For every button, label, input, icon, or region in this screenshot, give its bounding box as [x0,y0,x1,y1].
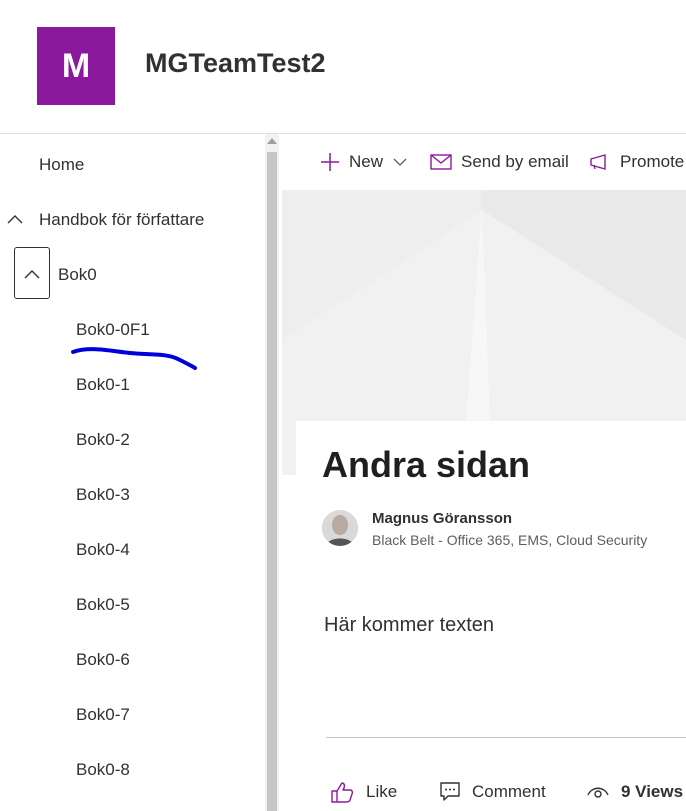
nav-item-home[interactable]: Home [39,155,84,175]
comment-label: Comment [472,782,546,801]
nav-item-page[interactable]: Bok0-3 [76,485,130,505]
views-icon [587,787,609,798]
plus-icon [321,153,339,171]
send-by-email-button[interactable]: Send by email [430,134,569,190]
nav-item-page[interactable]: Bok0-5 [76,595,130,615]
nav-item-page[interactable]: Bok0-7 [76,705,130,725]
like-label: Like [366,782,398,801]
annotation-underline [71,347,197,370]
promote-label: Promote [620,152,685,171]
nav-item-page[interactable]: Bok0-4 [76,540,130,560]
comment-button[interactable]: Comment [440,778,546,806]
new-button[interactable]: New [320,134,407,190]
scroll-thumb[interactable] [267,152,277,811]
author-role: Black Belt - Office 365, EMS, Cloud Secu… [372,532,648,548]
like-icon [331,782,354,803]
site-title[interactable]: MGTeamTest2 [145,48,326,79]
site-logo-letter: M [61,46,91,85]
comment-icon [440,782,460,801]
send-by-email-label: Send by email [461,152,569,171]
site-header: M MGTeamTest2 [0,0,686,134]
like-button[interactable]: Like [330,778,397,806]
megaphone-icon [590,154,606,170]
chevron-up-icon [24,270,40,279]
page-title: Andra sidan [322,444,531,485]
nav-item-bok0[interactable]: Bok0 [58,265,97,285]
chevron-down-icon [393,158,407,166]
page-body-text: Här kommer texten [324,614,495,636]
command-bar: New Send by email Promote [282,134,686,190]
nav-scrollbar[interactable] [265,134,279,811]
nav-item-page[interactable]: Bok0-6 [76,650,130,670]
nav-item-handbok[interactable]: Handbok för författare [39,210,204,230]
divider [326,737,686,738]
nav-item-page[interactable]: Bok0-8 [76,760,130,780]
site-logo[interactable]: M [37,27,115,105]
scroll-up-arrow-icon[interactable] [267,138,277,144]
promote-button[interactable]: Promote [589,134,684,190]
author-photo [322,510,358,546]
nav-item-page[interactable]: Bok0-1 [76,375,130,395]
views-label: 9 Views [621,782,684,801]
bok0-collapse-button[interactable] [14,247,50,299]
nav-item-page[interactable]: Bok0-2 [76,430,130,450]
new-button-label: New [349,152,384,171]
views-count: 9 Views [587,778,683,806]
chevron-up-icon[interactable] [7,214,23,224]
left-navigation: Home Handbok för författare Bok0 Bok0-0F… [0,134,265,811]
author-name[interactable]: Magnus Göransson [372,510,512,527]
mail-icon [430,154,452,170]
nav-item-page[interactable]: Bok0-0F1 [76,320,150,340]
author-avatar[interactable] [322,510,358,546]
